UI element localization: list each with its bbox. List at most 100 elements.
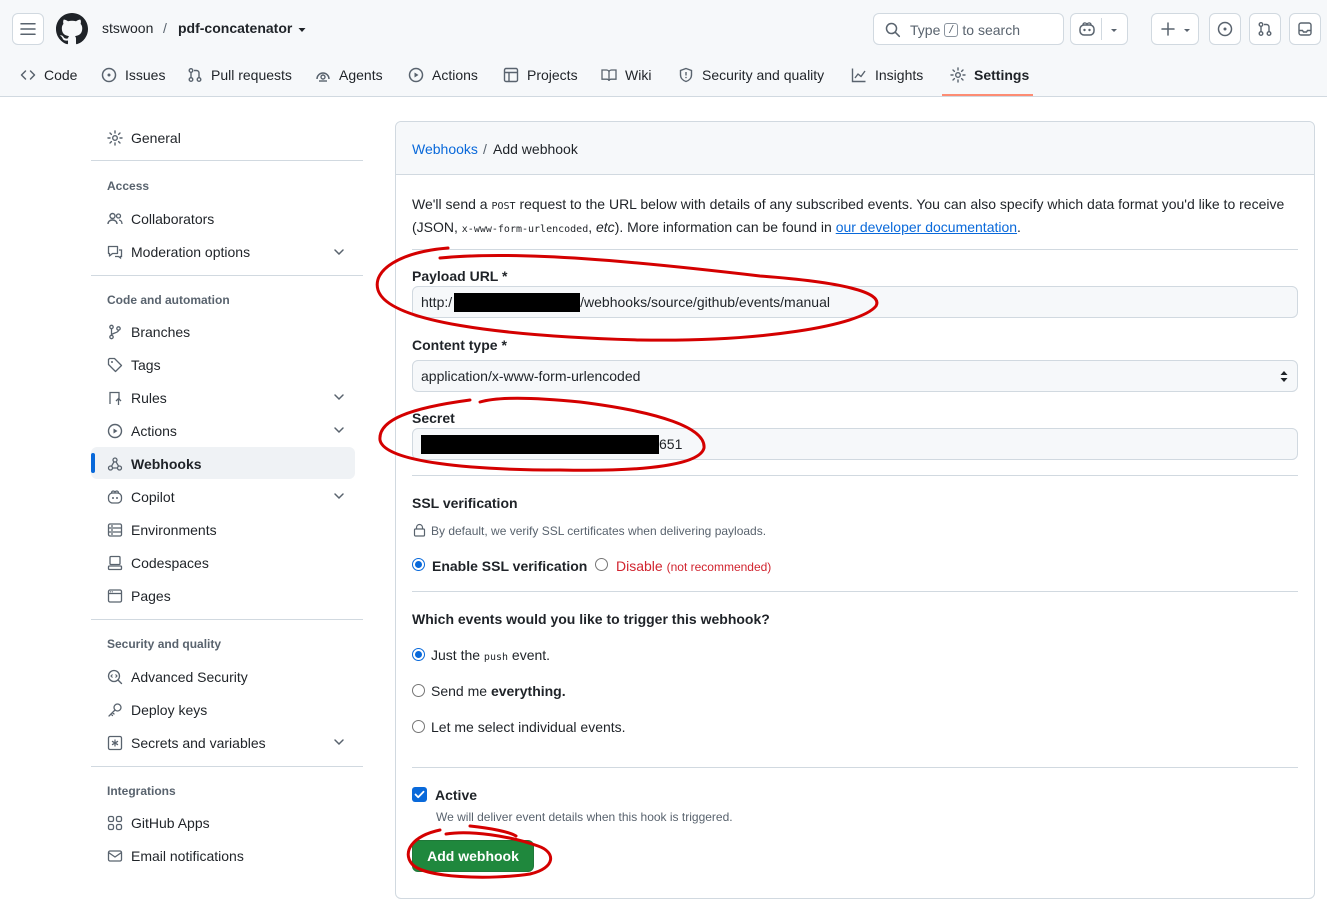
sidebar-item-label: Codespaces [131, 555, 209, 571]
repo-owner-link[interactable]: stswoon [102, 20, 153, 36]
repo-push-icon [109, 391, 122, 405]
sidebar-item-branches[interactable]: Branches [107, 320, 190, 344]
sidebar-item-tags[interactable]: Tags [107, 353, 161, 377]
pull-request-icon [1258, 22, 1272, 36]
codescan-icon [107, 669, 123, 685]
event-all-label[interactable]: Send me everything. [431, 683, 566, 699]
shield-icon [679, 67, 693, 83]
developer-docs-link[interactable]: our developer documentation [836, 219, 1017, 235]
sidebar-item-advanced-security[interactable]: Advanced Security [107, 665, 248, 689]
tab-agents[interactable]: Agents [315, 64, 383, 86]
sidebar-heading-integrations: Integrations [107, 784, 176, 798]
sidebar-item-pages[interactable]: Pages [107, 584, 171, 608]
event-all-radio[interactable] [412, 684, 425, 697]
repo-dropdown-icon[interactable] [297, 25, 307, 35]
github-logo[interactable] [56, 13, 88, 45]
chevron-down-icon[interactable] [333, 424, 345, 436]
pull-requests-button[interactable] [1249, 13, 1281, 45]
secret-label: Secret [412, 410, 455, 426]
agent-icon [316, 72, 330, 82]
tag-icon [107, 357, 123, 373]
sidebar-item-environments[interactable]: Environments [107, 518, 217, 542]
menu-button[interactable] [12, 13, 44, 45]
play-icon [107, 423, 123, 439]
tab-insights[interactable]: Insights [851, 64, 923, 86]
key-asterisk-icon [107, 735, 123, 751]
add-webhook-button[interactable]: Add webhook [412, 840, 534, 872]
sidebar-item-email-notifications[interactable]: Email notifications [107, 844, 244, 868]
ssl-enable-radio[interactable] [412, 558, 425, 571]
search-shortcut-key: / [944, 23, 959, 37]
repo-name-link[interactable]: pdf-concatenator [178, 20, 292, 36]
mail-icon [107, 850, 123, 862]
chevron-down-icon[interactable] [333, 736, 345, 748]
ssl-enable-label[interactable]: Enable SSL verification [432, 558, 587, 574]
sidebar-item-moderation[interactable]: Moderation options [107, 240, 250, 264]
sidebar-item-general[interactable]: General [107, 126, 181, 150]
active-checkbox[interactable] [412, 787, 427, 802]
sidebar-item-copilot[interactable]: Copilot [107, 485, 175, 509]
sidebar-item-deploy-keys[interactable]: Deploy keys [107, 698, 207, 722]
sidebar-item-webhooks[interactable]: Webhooks [107, 452, 202, 476]
create-new-button[interactable] [1151, 13, 1199, 45]
people-icon [107, 212, 123, 225]
browser-icon [107, 589, 123, 603]
plus-icon [1161, 22, 1175, 36]
tab-actions[interactable]: Actions [408, 64, 478, 86]
sidebar-item-actions[interactable]: Actions [107, 419, 177, 443]
tab-issues[interactable]: Issues [101, 64, 165, 86]
chevron-down-icon[interactable] [333, 391, 345, 403]
payload-url-prefix: http:/ [421, 294, 453, 310]
payload-url-input[interactable]: http:/ /webhooks/source/github/events/ma… [412, 286, 1298, 318]
sidebar-item-rules[interactable]: Rules [107, 386, 167, 410]
inbox-button[interactable] [1289, 13, 1321, 45]
secret-input[interactable]: 651 [412, 428, 1298, 460]
tab-pull-requests[interactable]: Pull requests [187, 64, 292, 86]
gear-icon [950, 67, 966, 83]
active-label[interactable]: Active [435, 787, 477, 803]
sidebar-heading-code: Code and automation [107, 293, 230, 307]
gear-icon [107, 130, 123, 146]
tab-projects[interactable]: Projects [503, 64, 578, 86]
issues-button[interactable] [1209, 13, 1241, 45]
chevron-down-icon[interactable] [333, 246, 345, 258]
sidebar-item-label: Collaborators [131, 211, 215, 227]
secret-suffix: 651 [659, 436, 683, 452]
copilot-button[interactable] [1070, 13, 1128, 45]
branch-icon [109, 324, 121, 340]
sidebar-divider [91, 619, 363, 620]
sidebar-item-label: Webhooks [131, 456, 202, 472]
tab-security[interactable]: Security and quality [678, 64, 824, 86]
content-type-select[interactable]: application/x-www-form-urlencoded [412, 360, 1298, 392]
copilot-icon [1079, 22, 1095, 36]
sidebar-item-github-apps[interactable]: GitHub Apps [107, 811, 210, 835]
ssl-disable-radio[interactable] [595, 558, 608, 571]
sidebar-item-label: Deploy keys [131, 702, 208, 718]
event-push-label[interactable]: Just the push event. [431, 647, 550, 663]
graph-icon [851, 68, 866, 83]
event-push-radio[interactable] [412, 648, 425, 661]
comment-discussion-icon [107, 245, 123, 260]
tab-label: Issues [125, 67, 166, 83]
breadcrumb-webhooks-link[interactable]: Webhooks [412, 141, 478, 157]
sidebar-item-label: Rules [131, 390, 167, 406]
ssl-disable-label[interactable]: Disable (not recommended) [616, 558, 771, 574]
sidebar-heading-access: Access [107, 179, 150, 193]
search-input[interactable]: Type / to search [873, 13, 1064, 45]
event-select-label[interactable]: Let me select individual events. [431, 719, 626, 735]
sidebar-item-secrets[interactable]: Secrets and variables [107, 731, 266, 755]
tab-code[interactable]: Code [20, 64, 77, 86]
sidebar-active-indicator [91, 453, 95, 473]
tab-wiki[interactable]: Wiki [601, 64, 651, 86]
chevron-down-icon [1184, 29, 1190, 32]
tab-label: Security and quality [702, 67, 825, 83]
tab-label: Insights [875, 67, 924, 83]
sidebar-item-codespaces[interactable]: Codespaces [107, 551, 209, 575]
sidebar-item-collaborators[interactable]: Collaborators [107, 207, 214, 231]
chevron-down-icon[interactable] [333, 490, 345, 502]
tab-label: Settings [974, 67, 1030, 83]
sidebar-item-label: Tags [131, 357, 161, 373]
tab-settings[interactable]: Settings [950, 64, 1029, 86]
event-select-radio[interactable] [412, 720, 425, 733]
events-label: Which events would you like to trigger t… [412, 611, 770, 627]
